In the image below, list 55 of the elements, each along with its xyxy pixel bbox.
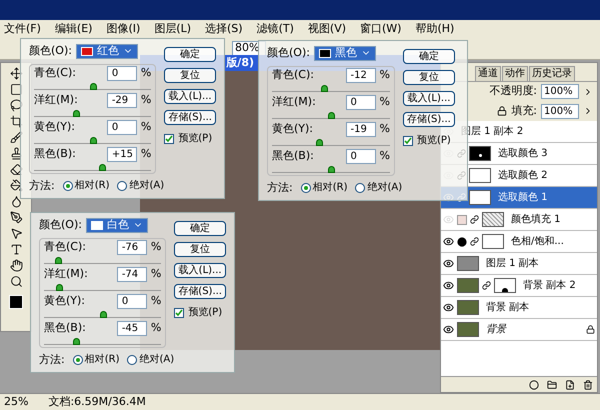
percent-label: % — [140, 119, 152, 136]
layer-name: 背景 副本 2 — [523, 278, 577, 293]
slider-label: 黄色(Y): — [272, 121, 314, 138]
slider-label: 洋红(M): — [34, 92, 78, 108]
color-label: 颜色(O): — [267, 45, 310, 61]
radio-label: 绝对(A) — [139, 352, 174, 368]
layer-name: 背景 — [486, 322, 508, 337]
percent-label: % — [140, 65, 152, 82]
preview-label: 预览(P) — [178, 132, 212, 146]
opacity-label: 不透明度: — [489, 83, 537, 100]
method-label: 方法: — [39, 352, 65, 368]
radio-label: 相对(R) — [74, 178, 110, 194]
percent-label: % — [140, 146, 152, 162]
slider-label: 黑色(B): — [272, 148, 314, 164]
percent-label: % — [380, 121, 390, 138]
fill-label: 填充: — [511, 102, 537, 119]
slider-label: 青色(C): — [34, 65, 76, 82]
layer-name: 选取颜色 2 — [498, 168, 549, 183]
layer-name: 颜色填充 1 — [511, 212, 562, 227]
zoom-level: 25% — [4, 394, 28, 410]
document-info: 文档:6.59M/36.4M — [48, 394, 146, 410]
percent-label: % — [380, 67, 390, 84]
slider-label: 青色(C): — [44, 239, 86, 256]
percent-label: % — [150, 293, 162, 310]
slider-label: 洋红(M): — [44, 266, 88, 282]
radio-label: 相对(R) — [84, 352, 120, 368]
color-name: 黑色 — [334, 45, 357, 61]
layer-name: 选取颜色 1 — [498, 190, 549, 205]
method-label: 方法: — [267, 180, 293, 196]
slider-label: 洋红(M): — [272, 94, 316, 110]
radio-label: 绝对(A) — [129, 178, 164, 194]
percent-label: % — [380, 148, 390, 164]
color-name: 红色 — [96, 43, 119, 59]
percent-label: % — [150, 239, 162, 256]
slider-label: 黑色(B): — [34, 146, 76, 162]
preview-label: 预览(P) — [188, 306, 222, 320]
layer-name: 选取颜色 3 — [498, 146, 549, 161]
slider-label: 黄色(Y): — [44, 293, 86, 310]
layer-name: 色相/饱和... — [511, 234, 565, 249]
color-label: 颜色(O): — [29, 43, 72, 59]
radio-label: 相对(R) — [312, 180, 348, 196]
layer-name: 背景 副本 — [486, 300, 530, 315]
percent-label: % — [150, 320, 162, 336]
percent-label: % — [140, 92, 152, 108]
percent-label: % — [380, 94, 390, 110]
layer-name: 图层 1 副本 — [486, 256, 540, 271]
slider-label: 黑色(B): — [44, 320, 86, 336]
color-name: 白色 — [106, 217, 129, 233]
percent-label: % — [150, 266, 162, 282]
radio-label: 绝对(A) — [367, 180, 402, 196]
document-title: 版/8) — [226, 54, 254, 71]
color-label: 颜色(O): — [39, 217, 82, 233]
slider-label: 青色(C): — [272, 67, 314, 84]
slider-label: 黄色(Y): — [34, 119, 76, 136]
method-label: 方法: — [29, 178, 55, 194]
